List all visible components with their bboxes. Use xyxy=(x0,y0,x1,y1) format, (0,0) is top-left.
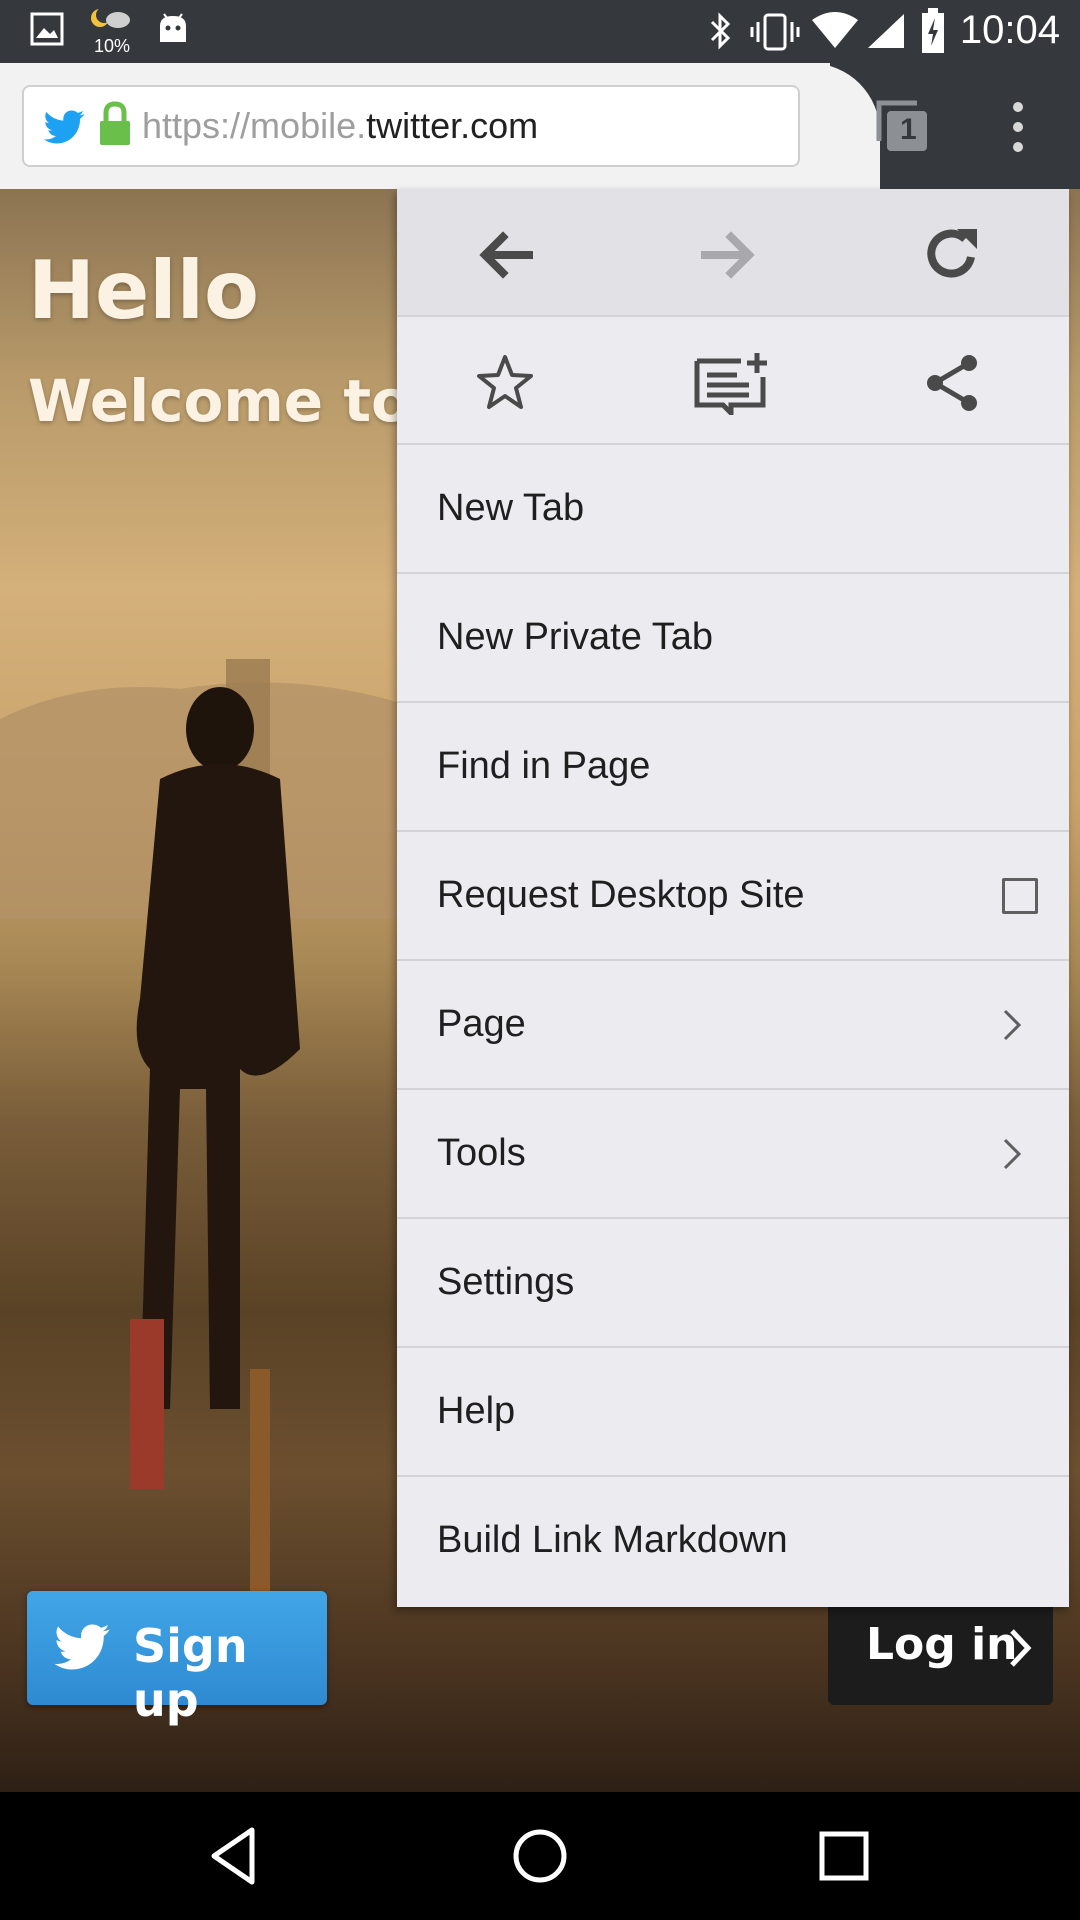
menu-action-row xyxy=(397,317,1069,445)
menu-item-label: Request Desktop Site xyxy=(437,874,805,916)
back-arrow-icon[interactable] xyxy=(473,223,537,287)
sign-up-label: Sign up xyxy=(133,1619,248,1727)
menu-item-label: New Tab xyxy=(437,487,585,529)
system-nav-bar xyxy=(0,1792,1080,1920)
forward-arrow-icon[interactable] xyxy=(697,223,761,287)
back-triangle-icon[interactable] xyxy=(202,1822,270,1890)
page-title: Hello xyxy=(28,244,260,337)
url-bar[interactable]: https://mobile.twitter.com xyxy=(22,85,800,167)
menu-item-build-link-markdown[interactable]: Build Link Markdown xyxy=(397,1477,1069,1606)
bluetooth-icon xyxy=(710,12,731,50)
battery-icon xyxy=(922,8,944,53)
share-icon[interactable] xyxy=(921,351,985,415)
browser-toolbar: https://mobile.twitter.com 1 xyxy=(0,63,1080,189)
menu-item-new-tab[interactable]: New Tab xyxy=(397,445,1069,574)
vibrate-icon xyxy=(750,13,800,51)
signal-icon xyxy=(868,14,904,48)
more-options-icon[interactable] xyxy=(998,99,1038,155)
menu-item-label: Build Link Markdown xyxy=(437,1519,788,1561)
status-bar: 10% 10:04 xyxy=(0,0,1080,63)
android-icon xyxy=(160,13,186,42)
weather-percent: 10% xyxy=(94,36,131,56)
menu-nav-row xyxy=(397,189,1069,317)
recents-square-icon[interactable] xyxy=(810,1822,878,1890)
reload-icon[interactable] xyxy=(921,223,985,287)
url-prefix: https://mobile. xyxy=(142,105,367,146)
menu-item-label: New Private Tab xyxy=(437,616,713,658)
log-in-button[interactable]: Log in xyxy=(828,1591,1053,1705)
menu-item-new-private-tab[interactable]: New Private Tab xyxy=(397,574,1069,703)
reading-list-add-icon[interactable] xyxy=(693,351,773,415)
url-domain: twitter.com xyxy=(366,105,539,146)
menu-item-label: Page xyxy=(437,1003,526,1045)
menu-item-label: Tools xyxy=(437,1132,526,1174)
cricket-player-silhouette xyxy=(130,687,300,1629)
star-icon[interactable] xyxy=(473,351,537,415)
chevron-right-icon xyxy=(1003,1138,1022,1170)
wifi-icon xyxy=(812,12,858,48)
tab-count: 1 xyxy=(900,113,917,146)
lock-icon xyxy=(100,101,130,145)
twitter-bird-icon xyxy=(54,1624,110,1670)
tabs-button[interactable]: 1 xyxy=(873,97,931,155)
log-in-label: Log in xyxy=(866,1619,1018,1670)
status-time: 10:04 xyxy=(959,8,1060,52)
home-circle-icon[interactable] xyxy=(506,1822,574,1890)
menu-item-request-desktop-site[interactable]: Request Desktop Site xyxy=(397,832,1069,961)
menu-item-page[interactable]: Page xyxy=(397,961,1069,1090)
desktop-site-checkbox[interactable] xyxy=(1002,878,1038,914)
menu-item-tools[interactable]: Tools xyxy=(397,1090,1069,1219)
menu-item-label: Help xyxy=(437,1390,516,1432)
welcome-text: Welcome to xyxy=(28,367,411,435)
overflow-menu: New Tab New Private Tab Find in Page Req… xyxy=(397,189,1069,1607)
image-icon xyxy=(30,12,64,46)
menu-item-find-in-page[interactable]: Find in Page xyxy=(397,703,1069,832)
url-text: https://mobile.twitter.com xyxy=(142,105,538,147)
menu-item-help[interactable]: Help xyxy=(397,1348,1069,1477)
menu-item-label: Find in Page xyxy=(437,745,651,787)
sign-up-button[interactable]: Sign up xyxy=(27,1591,327,1727)
chevron-right-icon xyxy=(1003,1009,1022,1041)
twitter-favicon-icon xyxy=(43,110,85,144)
menu-item-settings[interactable]: Settings xyxy=(397,1219,1069,1348)
weather-icon xyxy=(91,7,130,28)
menu-item-label: Settings xyxy=(437,1261,575,1303)
chevron-right-icon xyxy=(1010,1629,1032,1667)
